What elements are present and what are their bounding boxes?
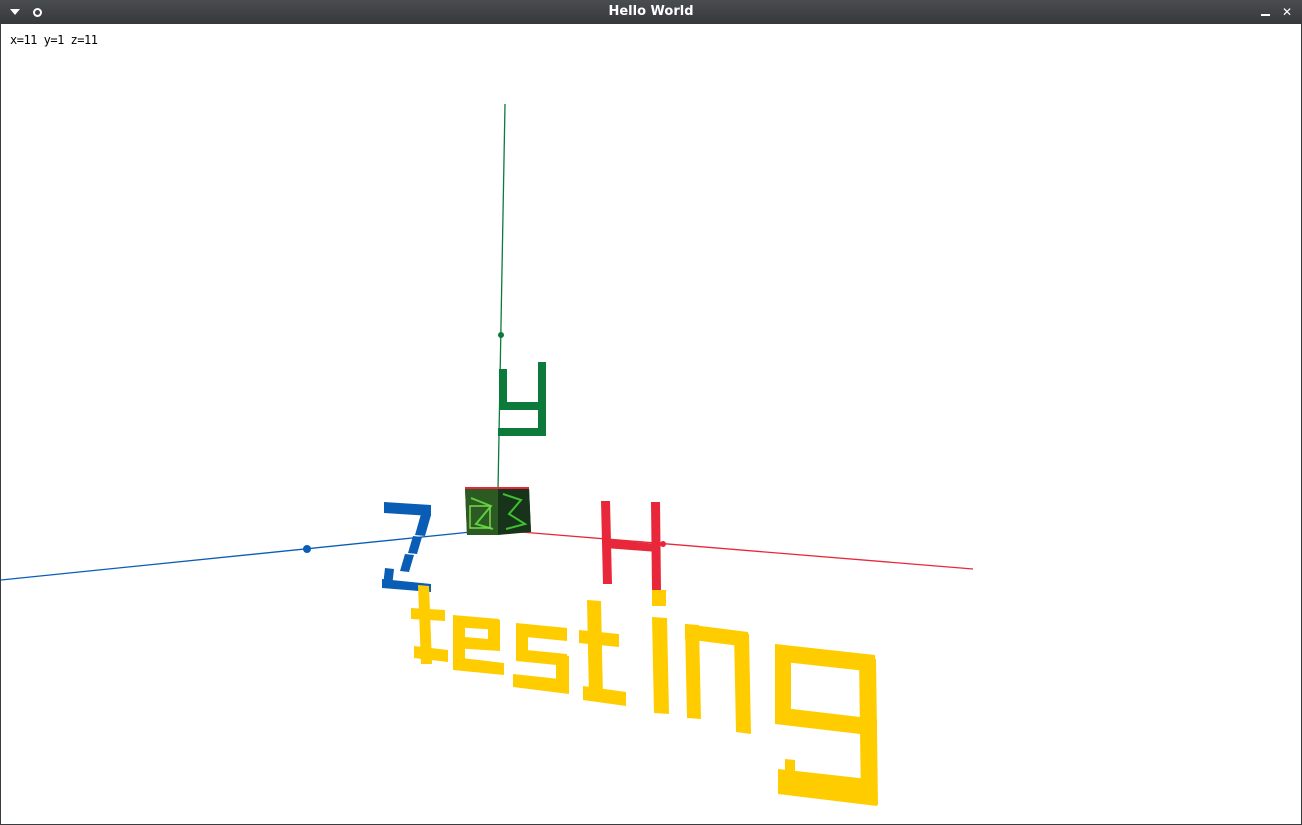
render-canvas[interactable]: x=11 y=1 z=11 bbox=[1, 24, 1301, 824]
3d-scene bbox=[1, 103, 974, 806]
z-axis-label bbox=[382, 502, 431, 592]
minimize-button[interactable] bbox=[1255, 2, 1275, 22]
minimize-icon bbox=[1260, 14, 1270, 16]
app-window: Hello World ✕ x=11 y=1 z=11 bbox=[0, 0, 1302, 825]
title-bar[interactable]: Hello World ✕ bbox=[0, 0, 1302, 24]
testing-text bbox=[411, 585, 878, 806]
y-axis-marker bbox=[498, 332, 504, 338]
z-axis-marker bbox=[303, 545, 311, 553]
textured-cube bbox=[465, 487, 531, 535]
close-icon: ✕ bbox=[1281, 5, 1293, 19]
x-axis-marker bbox=[660, 541, 666, 547]
z-axis-line bbox=[1, 531, 472, 581]
x-axis-label bbox=[601, 501, 661, 590]
close-button[interactable]: ✕ bbox=[1277, 2, 1297, 22]
x-axis-line bbox=[520, 531, 974, 570]
window-title: Hello World bbox=[608, 4, 694, 19]
y-axis-label bbox=[498, 362, 546, 436]
